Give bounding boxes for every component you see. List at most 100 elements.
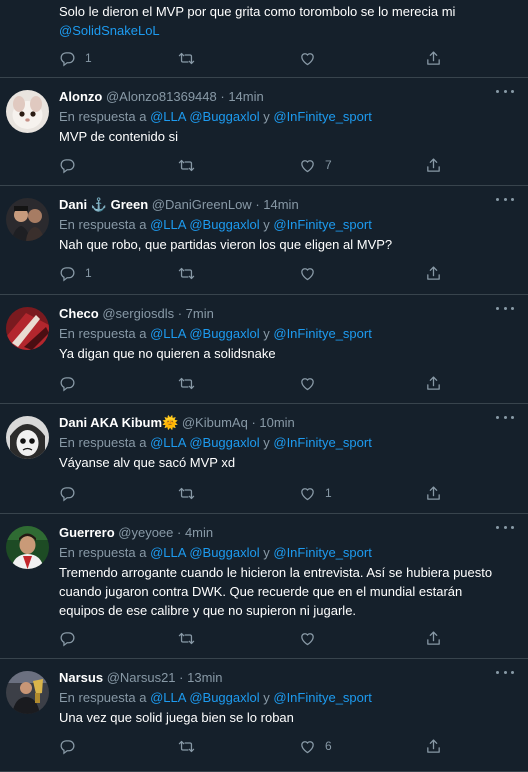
user-handle[interactable]: @DaniGreenLow xyxy=(152,197,252,212)
display-name[interactable]: Dani ⚓ Green xyxy=(59,197,148,212)
tweet-actions xyxy=(59,628,459,648)
more-icon[interactable] xyxy=(496,522,514,532)
tweet-text-line: cuando jugaron contra DWK. Que recuerde … xyxy=(59,584,463,599)
reply-prefix: En respuesta a xyxy=(59,326,147,341)
like-count: 1 xyxy=(325,486,332,500)
reply-button[interactable]: 1 xyxy=(59,48,92,68)
share-button[interactable] xyxy=(425,736,442,756)
like-button[interactable]: 7 xyxy=(299,155,332,175)
share-button[interactable] xyxy=(425,263,442,283)
avatar[interactable] xyxy=(6,416,49,459)
share-button[interactable] xyxy=(425,48,442,68)
like-button[interactable] xyxy=(299,373,316,393)
avatar[interactable] xyxy=(6,90,49,133)
tweet[interactable]: Dani AKA Kibum🌞 @KibumAq · 10min En resp… xyxy=(0,404,528,514)
mention-link[interactable]: @Buggaxlol xyxy=(189,326,259,341)
mention-link[interactable]: @LLA xyxy=(150,690,186,705)
tweet-time[interactable]: · 7min xyxy=(178,306,214,321)
share-button[interactable] xyxy=(425,373,442,393)
reply-button[interactable] xyxy=(59,736,76,756)
avatar[interactable] xyxy=(6,671,49,714)
user-handle[interactable]: @sergiosdls xyxy=(102,306,174,321)
mention-link[interactable]: @SolidSnakeLoL xyxy=(59,23,160,38)
like-button[interactable]: 1 xyxy=(299,483,332,503)
user-handle[interactable]: @Narsus21 xyxy=(107,670,176,685)
reply-icon xyxy=(59,485,76,502)
avatar[interactable] xyxy=(6,307,49,350)
tweet[interactable]: Checo @sergiosdls · 7min En respuesta a … xyxy=(0,295,528,404)
mention-link[interactable]: @LLA xyxy=(150,217,186,232)
tweet[interactable]: Guerrero @yeyoee · 4min En respuesta a @… xyxy=(0,514,528,659)
tweet-time[interactable]: · 13min xyxy=(179,670,222,685)
tweet-time[interactable]: · 14min xyxy=(255,197,298,212)
more-icon[interactable] xyxy=(496,194,514,204)
retweet-button[interactable] xyxy=(178,263,195,283)
mention-link[interactable]: @Buggaxlol xyxy=(189,217,259,232)
user-handle[interactable]: @yeyoee xyxy=(118,525,173,540)
retweet-icon xyxy=(178,265,195,282)
reply-button[interactable] xyxy=(59,628,76,648)
mention-link[interactable]: @InFinitye_sport xyxy=(273,435,371,450)
mention-link[interactable]: @InFinitye_sport xyxy=(273,545,371,560)
more-icon[interactable] xyxy=(496,667,514,677)
mention-link[interactable]: @Buggaxlol xyxy=(189,109,259,124)
tweet-time[interactable]: · 4min xyxy=(177,525,213,540)
tweet-actions: 1 xyxy=(59,48,459,68)
mention-link[interactable]: @LLA xyxy=(150,435,186,450)
heart-icon xyxy=(299,485,316,502)
mention-link[interactable]: @InFinitye_sport xyxy=(273,109,371,124)
like-button[interactable] xyxy=(299,48,316,68)
tweet-actions: 1 xyxy=(59,483,459,503)
retweet-button[interactable] xyxy=(178,628,195,648)
user-handle[interactable]: @KibumAq xyxy=(182,415,248,430)
reply-button[interactable]: 1 xyxy=(59,263,92,283)
avatar[interactable] xyxy=(6,526,49,569)
display-name[interactable]: Dani AKA Kibum🌞 xyxy=(59,415,178,430)
display-name[interactable]: Narsus xyxy=(59,670,103,685)
tweet-time[interactable]: · 10min xyxy=(251,415,294,430)
user-handle[interactable]: @Alonzo81369448 xyxy=(106,89,217,104)
mention-link[interactable]: @Buggaxlol xyxy=(189,435,259,450)
tweet[interactable]: Solo le dieron el MVP por que grita como… xyxy=(0,0,528,78)
reply-button[interactable] xyxy=(59,373,76,393)
display-name[interactable]: Checo xyxy=(59,306,99,321)
more-icon[interactable] xyxy=(496,303,514,313)
like-button[interactable] xyxy=(299,628,316,648)
mention-link[interactable]: @LLA xyxy=(150,545,186,560)
display-name[interactable]: Guerrero xyxy=(59,525,115,540)
tweet[interactable]: Narsus @Narsus21 · 13min En respuesta a … xyxy=(0,659,528,772)
retweet-button[interactable] xyxy=(178,155,195,175)
retweet-button[interactable] xyxy=(178,373,195,393)
tweet-time[interactable]: · 14min xyxy=(220,89,263,104)
reply-and: y xyxy=(263,326,270,341)
reply-button[interactable] xyxy=(59,155,76,175)
display-name[interactable]: Alonzo xyxy=(59,89,102,104)
mention-link[interactable]: @InFinitye_sport xyxy=(273,326,371,341)
mention-link[interactable]: @InFinitye_sport xyxy=(273,690,371,705)
share-icon xyxy=(425,738,442,755)
more-icon[interactable] xyxy=(496,86,514,96)
retweet-button[interactable] xyxy=(178,736,195,756)
share-button[interactable] xyxy=(425,483,442,503)
tweet[interactable]: Alonzo @Alonzo81369448 · 14min En respue… xyxy=(0,78,528,186)
mention-link[interactable]: @LLA xyxy=(150,109,186,124)
retweet-button[interactable] xyxy=(178,483,195,503)
share-button[interactable] xyxy=(425,155,442,175)
mention-link[interactable]: @InFinitye_sport xyxy=(273,217,371,232)
avatar[interactable] xyxy=(6,198,49,241)
mention-link[interactable]: @Buggaxlol xyxy=(189,545,259,560)
mention-link[interactable]: @LLA xyxy=(150,326,186,341)
retweet-button[interactable] xyxy=(178,48,195,68)
tweet-content: Narsus @Narsus21 · 13min En respuesta a … xyxy=(59,669,514,727)
tweet-text: Una vez que solid juega bien se lo roban xyxy=(59,710,294,725)
tweet[interactable]: Dani ⚓ Green @DaniGreenLow · 14min En re… xyxy=(0,186,528,295)
like-count: 6 xyxy=(325,739,332,753)
reply-icon xyxy=(59,375,76,392)
like-button[interactable]: 6 xyxy=(299,736,332,756)
mention-link[interactable]: @Buggaxlol xyxy=(189,690,259,705)
share-button[interactable] xyxy=(425,628,442,648)
more-icon[interactable] xyxy=(496,412,514,422)
reply-button[interactable] xyxy=(59,483,76,503)
like-button[interactable] xyxy=(299,263,316,283)
reply-prefix: En respuesta a xyxy=(59,545,147,560)
